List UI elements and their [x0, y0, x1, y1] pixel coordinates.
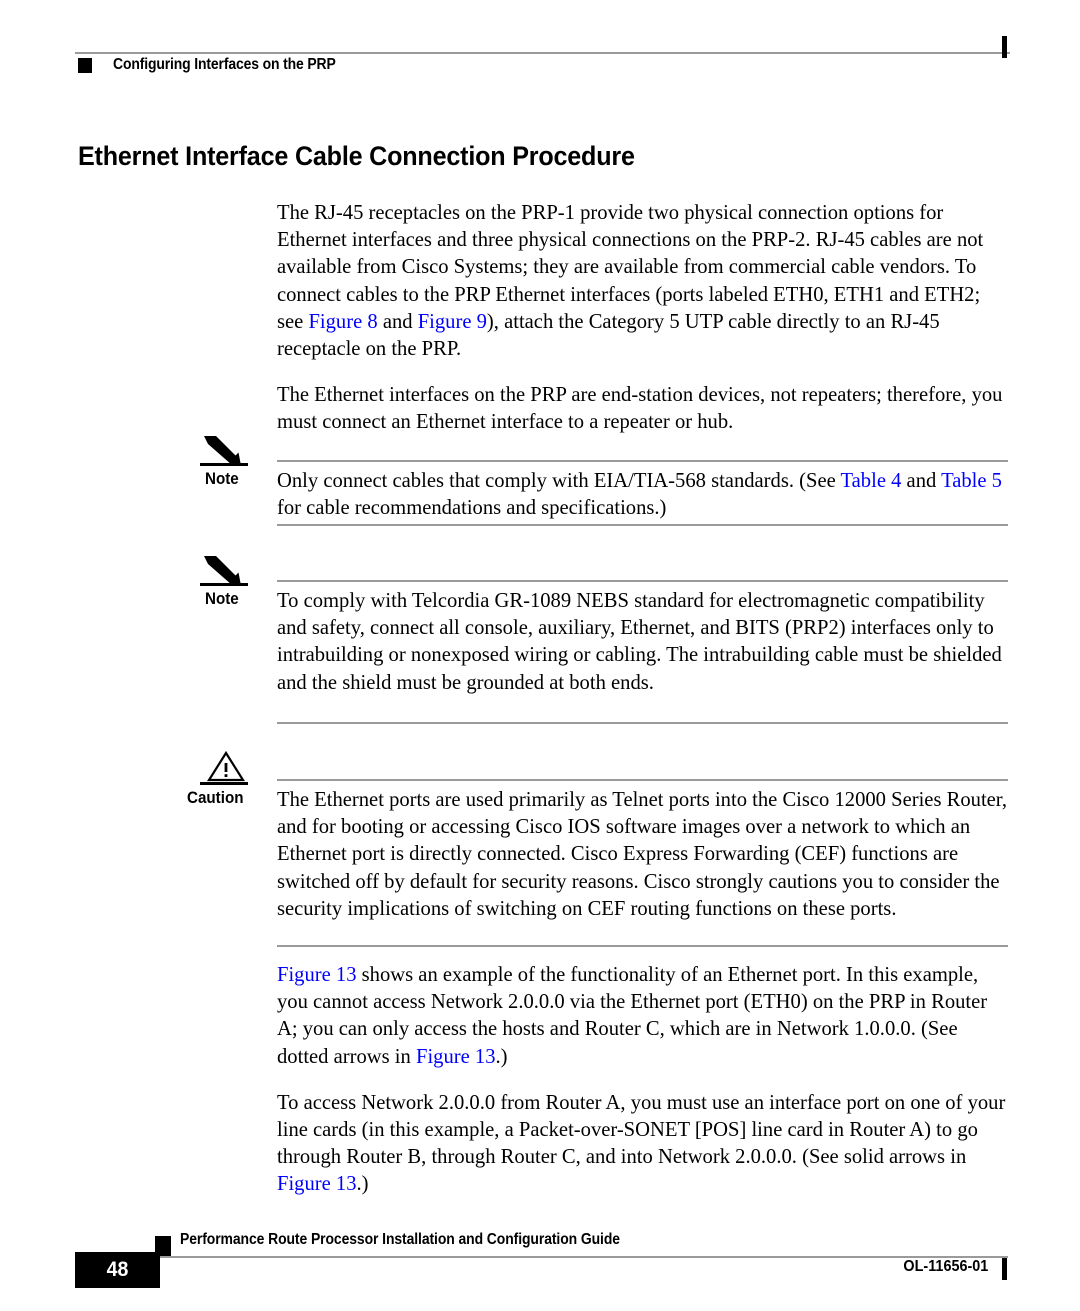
note-1-part-2: and	[901, 470, 942, 492]
paragraph-4: To access Network 2.0.0.0 from Router A,…	[277, 1090, 1010, 1199]
xref-figure-13-a[interactable]: Figure 13	[277, 964, 357, 986]
note-2-body: To comply with Telcordia GR-1089 NEBS st…	[277, 588, 1010, 697]
note-2-rule-top	[277, 580, 1008, 582]
note-1-rule-bottom	[277, 524, 1008, 526]
note-admonition-2: Note To comply with Telcordia GR-1089 NE…	[0, 556, 1080, 728]
caution-rule-bottom	[277, 945, 1008, 947]
page-header: Configuring Interfaces on the PRP	[0, 0, 1080, 110]
paragraph-3-part-1: shows an example of the functionality of…	[277, 964, 988, 1068]
caution-label: Caution	[187, 789, 244, 807]
change-bar-icon	[1002, 1258, 1007, 1280]
caution-rule-top	[277, 779, 1008, 781]
black-square-bullet-icon	[78, 58, 92, 73]
note-2-text: To comply with Telcordia GR-1089 NEBS st…	[277, 590, 1002, 694]
xref-figure-13-b[interactable]: Figure 13	[416, 1046, 496, 1068]
caution-text: The Ethernet ports are used primarily as…	[277, 789, 1007, 920]
note-2-rule-bottom	[277, 722, 1008, 724]
guide-title: Performance Route Processor Installation…	[180, 1231, 620, 1248]
header-rule	[75, 52, 1010, 54]
chapter-title: Configuring Interfaces on the PRP	[113, 56, 336, 73]
document-id: OL-11656-01	[903, 1258, 988, 1275]
paragraph-2: The Ethernet interfaces on the PRP are e…	[277, 384, 1003, 434]
xref-table-5[interactable]: Table 5	[941, 470, 1002, 492]
document-page: Configuring Interfaces on the PRP Ethern…	[0, 0, 1080, 1311]
black-square-bullet-icon	[155, 1236, 171, 1256]
xref-figure-13-c[interactable]: Figure 13	[277, 1173, 357, 1195]
xref-table-4[interactable]: Table 4	[841, 470, 902, 492]
caution-icon-rule	[200, 782, 248, 785]
paragraph-4-part-2: .)	[356, 1173, 369, 1196]
page-number: 48	[106, 1258, 129, 1281]
note-1-part-1: Only connect cables that comply with EIA…	[277, 470, 841, 492]
xref-figure-8[interactable]: Figure 8	[308, 311, 377, 333]
paragraph-1-part-2: and	[377, 310, 418, 333]
note-1-body: Only connect cables that comply with EIA…	[277, 468, 1010, 522]
note-1-part-3: for cable recommendations and specificat…	[277, 497, 667, 520]
note-1-label: Note	[205, 470, 239, 488]
caution-admonition: Caution The Ethernet ports are used prim…	[0, 750, 1080, 952]
note-2-icon-rule	[200, 583, 248, 586]
footer-rule	[150, 1256, 1008, 1258]
change-bar-icon	[1002, 36, 1007, 58]
note-1-rule-top	[277, 460, 1008, 462]
page-title: Ethernet Interface Cable Connection Proc…	[78, 141, 635, 171]
caution-body: The Ethernet ports are used primarily as…	[277, 787, 1010, 923]
note-1-icon-rule	[200, 463, 248, 466]
body-bottom-block: Figure 13 shows an example of the functi…	[277, 962, 1010, 1218]
paragraph-3-part-2: .)	[495, 1045, 508, 1068]
paragraph-4-part-1: To access Network 2.0.0.0 from Router A,…	[277, 1091, 1006, 1169]
xref-figure-9[interactable]: Figure 9	[418, 311, 487, 333]
body-top-block: The RJ-45 receptacles on the PRP-1 provi…	[277, 200, 1010, 456]
note-admonition-1: Note Only connect cables that comply wit…	[0, 436, 1080, 546]
note-2-label: Note	[205, 590, 239, 608]
paragraph-1: The RJ-45 receptacles on the PRP-1 provi…	[277, 200, 1010, 363]
paragraph-3: Figure 13 shows an example of the functi…	[277, 962, 1010, 1071]
